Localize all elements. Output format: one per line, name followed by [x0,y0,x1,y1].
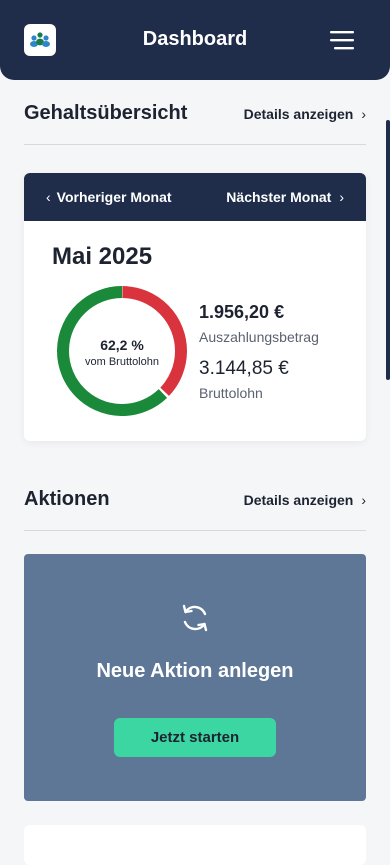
actions-section-title: Aktionen [24,488,110,510]
next-card-peek [24,825,366,865]
refresh-icon [179,602,211,634]
chevron-right-icon: › [339,189,344,205]
next-month-button[interactable]: Nächster Monat › [226,189,344,205]
salary-card: ‹ Vorheriger Monat Nächster Monat › Mai 20… [24,173,366,441]
month-navigation: ‹ Vorheriger Monat Nächster Monat › [24,173,366,221]
salary-details-label: Details anzeigen [243,106,354,122]
salary-section-header: Gehaltsübersicht Details anzeigen › [24,92,366,145]
salary-section-title: Gehaltsübersicht [24,102,188,124]
previous-month-label: Vorheriger Monat [56,189,172,205]
new-action-title: Neue Aktion anlegen [96,660,294,682]
payout-amount: 1.956,20 € [199,302,285,322]
actions-details-label: Details anzeigen [243,492,354,508]
current-month: Mai 2025 [52,243,153,270]
donut-subtitle: vom Bruttolohn [85,356,159,368]
actions-section-header: Aktionen Details anzeigen › [24,478,366,531]
gross-label: Bruttolohn [199,385,263,401]
salary-details-link[interactable]: Details anzeigen › [244,106,366,122]
app-header: Dashboard [0,0,390,80]
donut-percent: 62,2 % [100,337,144,353]
start-now-button[interactable]: Jetzt starten [114,718,276,757]
new-action-card: Neue Aktion anlegen Jetzt starten [24,554,366,801]
scrollbar[interactable] [386,120,390,380]
payout-label: Auszahlungsbetrag [199,329,319,345]
chevron-left-icon: ‹ [46,189,51,205]
actions-details-link[interactable]: Details anzeigen › [244,492,366,508]
gross-amount: 3.144,85 € [199,358,289,379]
chevron-right-icon: › [361,492,366,508]
previous-month-button[interactable]: ‹ Vorheriger Monat [46,189,172,205]
hamburger-menu-icon[interactable] [330,30,354,50]
chevron-right-icon: › [361,106,366,122]
next-month-label: Nächster Monat [226,189,332,205]
